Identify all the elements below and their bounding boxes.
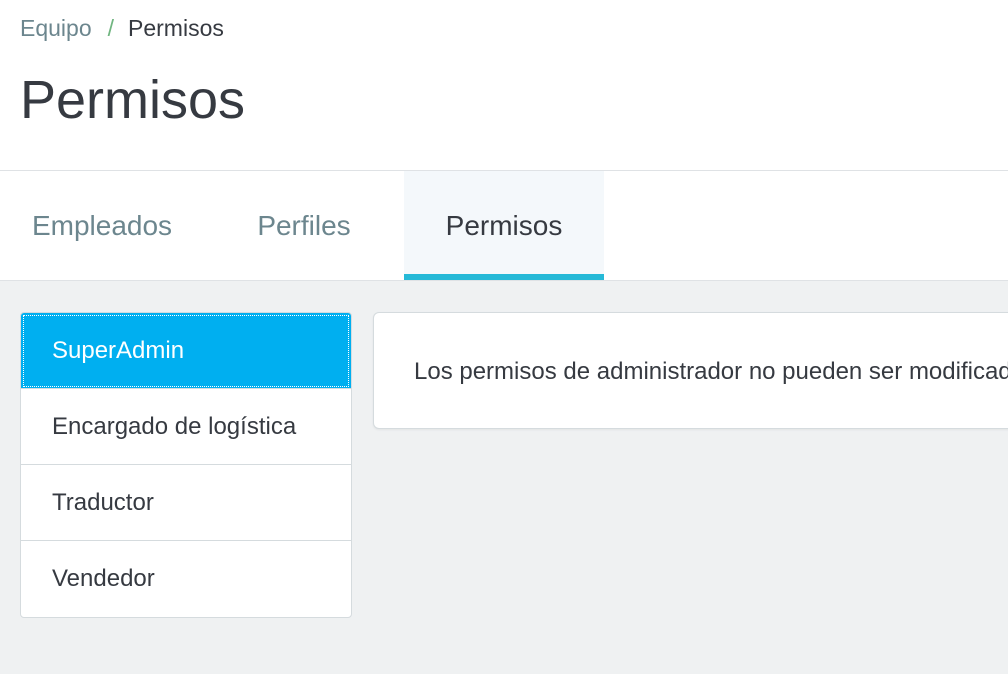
tab-permisos[interactable]: Permisos [404,171,604,280]
breadcrumb-link-equipo[interactable]: Equipo [20,15,92,41]
profile-list: SuperAdmin Encargado de logística Traduc… [20,312,352,618]
profile-item-traductor[interactable]: Traductor [21,465,351,541]
breadcrumb-current: Permisos [128,15,224,41]
permissions-info-card: Los permisos de administrador no pueden … [373,312,1008,429]
page-title: Permisos [20,70,246,130]
profile-item-superadmin[interactable]: SuperAdmin [21,313,351,389]
admin-permissions-message: Los permisos de administrador no pueden … [414,358,1008,385]
tab-bar: Empleados Perfiles Permisos [0,171,1008,281]
tab-empleados[interactable]: Empleados [0,171,204,280]
breadcrumb: Equipo / Permisos [20,14,224,42]
breadcrumb-separator: / [107,15,115,41]
page-header: Equipo / Permisos Permisos [0,0,1008,171]
profile-item-vendedor[interactable]: Vendedor [21,541,351,617]
profile-item-encargado-de-logistica[interactable]: Encargado de logística [21,389,351,465]
content-area: SuperAdmin Encargado de logística Traduc… [0,281,1008,674]
tab-perfiles[interactable]: Perfiles [204,171,404,280]
